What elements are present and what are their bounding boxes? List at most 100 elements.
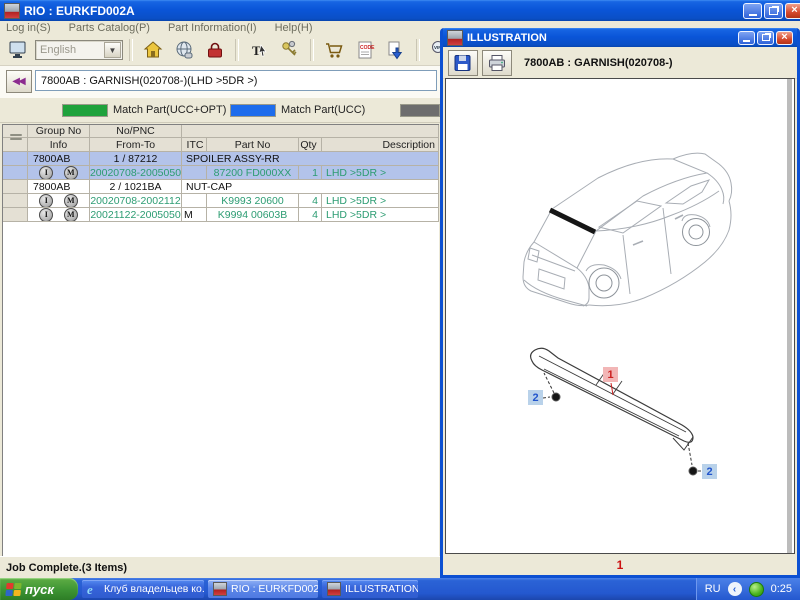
cart-button[interactable] [320, 36, 348, 64]
cell-part-no: K9993 20600 [207, 194, 299, 208]
internet-explorer-icon: e [87, 583, 100, 596]
cell-description: LHD >5DR > [322, 208, 439, 222]
restore-button[interactable] [757, 31, 774, 45]
illustration-window: ILLUSTRATION × 7800AB : GARNISH(020708-) [440, 28, 800, 578]
task-button-rio[interactable]: RIO : EURKFD002A [208, 580, 318, 598]
table-row-part[interactable]: I M 20020708-2005050 87200 FD000XX 1 LHD… [3, 166, 439, 180]
canvas-scrollbar[interactable] [787, 79, 792, 553]
globe-button[interactable] [170, 36, 198, 64]
menu-login[interactable]: Log in(S) [6, 22, 51, 34]
cell-qty: 1 [299, 166, 322, 180]
toolbar-separator [416, 39, 420, 61]
col-header-spacer [182, 125, 439, 138]
parts-table: Group No No/PNC Info From-To ITC Part No… [2, 124, 439, 222]
illustration-toolbar: 7800AB : GARNISH(020708-) [443, 47, 797, 79]
info-i-button[interactable]: I [39, 194, 53, 208]
restore-button[interactable] [764, 3, 783, 19]
table-row-part[interactable]: I M 20021122-2005050 M K9994 00603B 4 LH… [3, 208, 439, 222]
table-header-row-2: Info From-To ITC Part No Qty Description [3, 138, 439, 152]
row-selector[interactable] [3, 208, 28, 222]
text-select-button[interactable]: T [245, 36, 273, 64]
cell-no-pnc: 1 / 87212 [90, 152, 182, 166]
menu-help[interactable]: Help(H) [275, 22, 313, 34]
cell-group-no: 7800AB [28, 152, 90, 166]
export-button[interactable] [382, 36, 410, 64]
table-empty-area [2, 221, 439, 556]
task-label: RIO : EURKFD002A [231, 583, 318, 595]
language-indicator[interactable]: RU [705, 583, 721, 595]
part-context-field[interactable]: 7800AB : GARNISH(020708-)(LHD >5DR >) [35, 70, 437, 91]
info-m-button[interactable]: M [64, 208, 78, 222]
toolbar-separator [310, 39, 314, 61]
task-button-illustration[interactable]: ILLUSTRATION [322, 580, 418, 598]
cell-part-name: SPOILER ASSY-RR [182, 152, 439, 166]
callout-part-2-left[interactable]: 2 [528, 390, 543, 405]
show-hidden-icons-button[interactable]: ‹ [728, 582, 742, 596]
code-document-button[interactable]: CODE [351, 36, 379, 64]
system-tray: RU ‹ 0:25 [696, 578, 800, 600]
menu-parts-catalog[interactable]: Parts Catalog(P) [69, 22, 150, 34]
callout-part-1[interactable]: 1 [603, 367, 618, 382]
row-selector-header[interactable] [3, 138, 28, 152]
illustration-caption: 7800AB : GARNISH(020708-) [524, 57, 673, 69]
callout-part-2-right[interactable]: 2 [702, 464, 717, 479]
start-label: пуск [25, 582, 54, 597]
footer-ref-number: 1 [617, 558, 624, 572]
task-label: ILLUSTRATION [345, 583, 418, 595]
keys-button[interactable] [276, 36, 304, 64]
cell-description: LHD >5DR > [322, 194, 439, 208]
col-header-part-no: Part No [207, 138, 299, 152]
messenger-tray-icon[interactable] [749, 582, 764, 597]
info-i-button[interactable]: I [39, 166, 53, 180]
cell-part-no: K9994 00603B [207, 208, 299, 222]
table-row-part[interactable]: I M 20020708-2002112 K9993 20600 4 LHD >… [3, 194, 439, 208]
table-header-row-1: Group No No/PNC [3, 125, 439, 138]
cell-info: I M [28, 166, 90, 180]
legend-label-ucc-opt: Match Part(UCC+OPT) [113, 104, 226, 116]
main-window-title: RIO : EURKFD002A [24, 4, 135, 18]
info-i-button[interactable]: I [39, 208, 53, 222]
cell-itc [182, 166, 207, 180]
minimize-button[interactable] [738, 31, 755, 45]
nut-cap-dot [689, 467, 697, 475]
cell-qty: 4 [299, 194, 322, 208]
close-button[interactable]: × [785, 3, 800, 19]
app-icon [4, 3, 20, 19]
table-row-group[interactable]: 7800AB 1 / 87212 SPOILER ASSY-RR [3, 152, 439, 166]
task-button-browser[interactable]: e Клуб владельцев ко... [82, 580, 204, 598]
cell-part-name: NUT-CAP [182, 180, 439, 194]
cell-itc: M [182, 208, 207, 222]
restore-icon [769, 7, 778, 15]
row-selector[interactable] [3, 180, 28, 194]
chevron-down-icon[interactable]: ▼ [104, 42, 121, 58]
start-button[interactable]: пуск [0, 578, 78, 600]
workstation-icon[interactable] [4, 36, 32, 64]
app-icon [327, 582, 341, 596]
cell-info: I M [28, 208, 90, 222]
minimize-button[interactable] [743, 3, 762, 19]
info-m-button[interactable]: M [64, 194, 78, 208]
print-button[interactable] [482, 50, 512, 76]
close-button[interactable]: × [776, 31, 793, 45]
col-header-from-to: From-To [90, 138, 182, 152]
row-selector[interactable] [3, 194, 28, 208]
lock-button[interactable] [201, 36, 229, 64]
select-all-icon[interactable] [10, 134, 22, 140]
home-button[interactable] [139, 36, 167, 64]
save-button[interactable] [448, 50, 478, 76]
menu-part-information[interactable]: Part Information(I) [168, 22, 257, 34]
col-header-group-no: Group No [28, 125, 90, 138]
desktop: RIO : EURKFD002A × Log in(S) Parts Catal… [0, 0, 800, 600]
cell-from-to: 20020708-2002112 [90, 194, 182, 208]
back-button[interactable]: ◀◀ [6, 70, 32, 93]
col-header-itc: ITC [182, 138, 207, 152]
info-m-button[interactable]: M [64, 166, 78, 180]
cell-no-pnc: 2 / 1021BA [90, 180, 182, 194]
table-row-group[interactable]: 7800AB 2 / 1021BA NUT-CAP [3, 180, 439, 194]
legend-label-ucc: Match Part(UCC) [281, 104, 365, 116]
toolbar-separator [129, 39, 133, 61]
language-select[interactable]: English ▼ [35, 40, 123, 60]
row-selector[interactable] [3, 166, 28, 180]
row-selector[interactable] [3, 152, 28, 166]
illustration-title: ILLUSTRATION [467, 32, 547, 44]
